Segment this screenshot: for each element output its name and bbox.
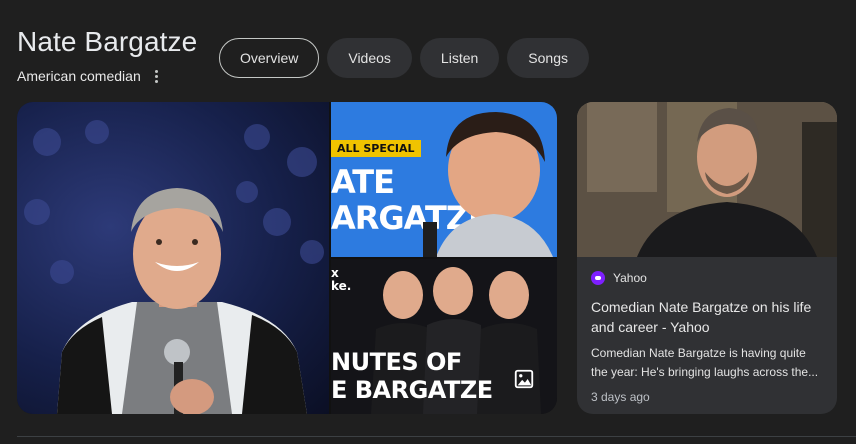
knowledge-panel-header: Nate Bargatze American comedian [17,26,197,85]
interview-photo-image [577,102,837,257]
news-source-name: Yahoo [613,271,647,285]
entity-description: American comedian [17,68,141,84]
more-options-icon[interactable] [149,67,165,85]
trio-title-text: NUTES OF E BARGATZE [331,348,493,404]
tab-listen[interactable]: Listen [419,38,500,78]
subtitle-row: American comedian [17,67,197,85]
news-source-row: Yahoo [591,271,823,285]
news-card-body: Yahoo Comedian Nate Bargatze on his life… [577,257,837,404]
section-divider [17,436,856,437]
entity-tabs: Overview Videos Listen Songs [219,38,589,78]
entity-title: Nate Bargatze [17,26,198,57]
main-photo[interactable] [17,102,329,414]
image-collage: ALL SPECIAL ATE ARGATZE x ke. NUTES OF E… [17,102,557,414]
yahoo-logo-icon [591,271,605,285]
news-card[interactable]: Yahoo Comedian Nate Bargatze on his life… [577,102,837,414]
tab-videos[interactable]: Videos [327,38,412,78]
trio-poster-image[interactable]: x ke. NUTES OF E BARGATZE [331,259,557,414]
tab-songs[interactable]: Songs [507,38,589,78]
image-gallery-icon[interactable] [513,368,535,390]
news-card-title[interactable]: Comedian Nate Bargatze on his life and c… [591,297,823,337]
poster-portrait-image [423,112,553,257]
news-card-snippet: Comedian Nate Bargatze is having quite t… [591,346,819,379]
trio-title-line2: E BARGATZE [331,376,493,404]
special-poster-image[interactable]: ALL SPECIAL ATE ARGATZE [331,102,557,257]
news-card-thumbnail [577,102,837,257]
news-card-time: 3 days ago [591,390,650,404]
trio-title-line1: NUTES OF [331,348,462,376]
tab-overview[interactable]: Overview [219,38,320,78]
comedian-portrait-image [24,120,324,414]
